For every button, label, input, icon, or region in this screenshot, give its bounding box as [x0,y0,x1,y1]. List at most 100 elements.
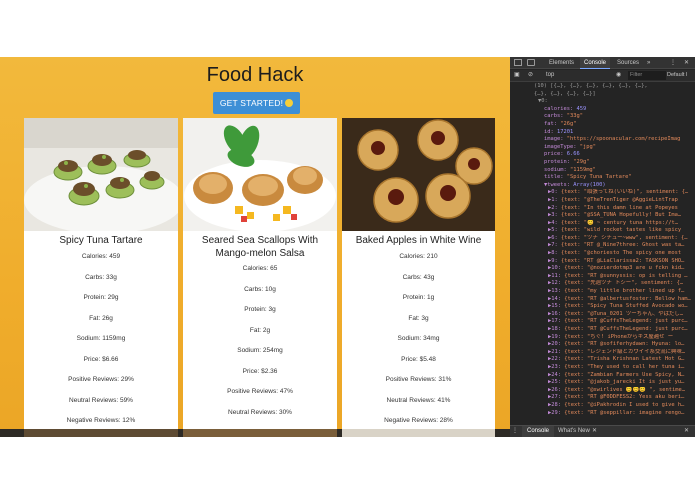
fat-value: Fat: 3g [408,314,429,322]
console-line[interactable]: sodium: "1159mg" [534,167,695,175]
recipe-card[interactable]: Seared Sea Scallops With Mango-melon Sal… [183,118,337,437]
console-line[interactable]: ▶9: {text: "RT @LiaClarissa2: TASKSON SH… [534,258,695,266]
close-icon[interactable]: ✕ [684,57,689,69]
price-value: Price: $6.66 [83,355,119,363]
console-line[interactable]: ▶26: {text: "@swirlives 😊😊😊 ", sentime… [534,387,695,395]
console-line[interactable]: ▶5: {text: "wild rocket tastes like spic… [534,227,695,235]
console-line[interactable]: ▶7: {text: "RT @_Nine7three: Ghost was t… [534,242,695,250]
next-row-images [0,429,510,437]
console-line[interactable]: ▶18: {text: "RT @CuffsTheLegend: just pu… [534,326,695,334]
recipe-card[interactable]: Spicy Tuna Tartare Calories: 459 Carbs: … [24,118,178,437]
drawer-tab-console[interactable]: Console [522,426,555,437]
console-line[interactable]: ▶4: {text: "😊 ~ century tuna https://t… [534,220,695,228]
console-line[interactable]: ▼0: [534,98,695,106]
console-line[interactable]: ▶2: {text: "In this damn line at Popeyes [534,205,695,213]
console-output[interactable]: (10) [{…}, {…}, {…}, {…}, {…}, {…}, {…}, … [510,83,695,423]
log-level-select[interactable]: Default l [667,72,687,78]
console-line[interactable]: ▶12: {text: "先週ツナ トシー", sentiment: {… [534,280,695,288]
device-toolbar-icon[interactable] [527,59,535,66]
recipe-stats: Calories: 210 Carbs: 43g Protein: 1g Fat… [342,247,495,432]
positive-reviews-value: Positive Reviews: 31% [385,376,452,383]
console-line[interactable]: ▶10: {text: "@nozierdotmp3 are u fckn ki… [534,265,695,273]
console-line[interactable]: ▶28: {text: "@iPakhrodin I used to give … [534,402,695,410]
console-toolbar: ▣ ⊘ top ◉ Filter Default l [510,70,695,82]
console-line[interactable]: calories: 459 [534,106,695,114]
positive-reviews-value: Positive Reviews: 47% [227,388,293,395]
calories-value: Calories: 65 [242,265,278,272]
console-line[interactable]: id: 17201 [534,129,695,137]
carbs-value: Carbs: 33g [85,273,117,281]
console-line[interactable]: ▶27: {text: "RT @F0DDFESS2: Yess aku ber… [534,394,695,402]
console-line[interactable]: ▶20: {text: "RT @sofiferhydawn: Hyuna: l… [534,341,695,349]
console-line[interactable]: protein: "29g" [534,159,695,167]
get-started-label: GET STARTED! [219,98,284,108]
tab-elements[interactable]: Elements [546,57,577,69]
inspect-element-icon[interactable] [514,59,522,66]
filter-input[interactable]: Filter [628,71,666,80]
console-line[interactable]: ▶29: {text: "RT @seppillar: imagine reng… [534,410,695,418]
more-tabs-icon[interactable]: » [647,57,650,69]
console-line[interactable]: image: "https://spoonacular.com/recipeIm… [534,136,695,144]
price-value: Price: $5.48 [401,355,436,363]
recipe-title: Spicy Tuna Tartare [59,235,143,246]
console-line[interactable]: price: 6.66 [534,151,695,159]
recipe-title: Baked Apples in White Wine [355,235,482,246]
recipe-card[interactable]: Baked Apples in White Wine Calories: 210… [342,118,495,437]
console-line[interactable]: ▶19: {text: "ちぐ! iPhoneからキス屋越せ ー [534,334,695,342]
console-line[interactable]: ▶17: {text: "RT @CuffsTheLegend: just pu… [534,318,695,326]
context-selector[interactable]: top [546,72,554,78]
console-line[interactable]: (10) [{…}, {…}, {…}, {…}, {…}, {…}, [534,83,695,91]
tab-console[interactable]: Console [580,57,611,69]
recipe-stats: Calories: 65 Carbs: 10g Protein: 3g Fat:… [183,259,337,437]
console-line[interactable]: ▶22: {text: "Trisha Krishnan Latest Hot … [534,356,695,364]
clear-console-icon[interactable]: ⊘ [528,71,533,78]
console-line[interactable]: ▶23: {text: "They used to call her tuna … [534,364,695,372]
console-line[interactable]: fat: "26g" [534,121,695,129]
console-line[interactable]: title: "Spicy Tuna Tartare" [534,174,695,182]
console-line[interactable]: ▶11: {text: "RT @sunnyssis: op is tellin… [534,273,695,281]
grin-emoji-icon [285,99,294,107]
sodium-value: Sodium: 34mg [397,335,440,342]
console-line[interactable]: ▶8: {text: "@choriesto The spicy one mos… [534,250,695,258]
console-line[interactable]: ▶3: {text: "@SSA_TUNA Hopefully! But Ima… [534,212,695,220]
food-hack-page: Food Hack GET STARTED! Spicy Tuna Tartar… [0,57,510,437]
console-line[interactable]: ▶16: {text: "@Tuna_0201 ツーちゃん、やばだし… [534,311,695,319]
kebab-menu-icon[interactable]: ⋮ [670,57,676,69]
devtools-panel: Elements Console Sources » ⋮ ✕ ▣ ⊘ top ◉… [510,57,695,437]
protein-value: Protein: 3g [244,306,276,313]
recipe-image-baked-apples [342,118,495,231]
recipe-title: Seared Sea Scallops With Mango-melon Sal… [201,235,319,259]
console-line[interactable]: ▶25: {text: "@jakob_jarecki It is just y… [534,379,695,387]
console-line[interactable]: {…}, {…}, {…}, {…}] [534,91,695,99]
console-line[interactable]: ▶15: {text: "Spicy Tuna Stuffed Avocado … [534,303,695,311]
console-line[interactable]: imageType: "jpg" [534,144,695,152]
sodium-value: Sodium: 254mg [237,347,283,354]
neutral-reviews-value: Neutral Reviews: 59% [69,396,133,404]
fat-value: Fat: 26g [89,314,113,322]
drawer-menu-icon[interactable]: ⋮ [512,426,518,437]
drawer-tab-whats-new[interactable]: What's New [558,426,590,437]
console-line[interactable]: ▶21: {text: "レジェンド級とカワイイ系交流に興味… [534,349,695,357]
calories-value: Calories: 210 [399,253,438,260]
console-line[interactable]: ▶0: {text: "頑張ってね(いいね)", sentiment: {… [534,189,695,197]
recipe-image-scallops [183,118,337,231]
calories-value: Calories: 459 [81,253,121,260]
page-title: Food Hack [206,64,304,86]
neutral-reviews-value: Neutral Reviews: 41% [386,396,451,404]
console-line[interactable]: carbs: "33g" [534,113,695,121]
drawer-tab-bar: ⋮ Console What's New ✕ ✕ [510,425,695,437]
drawer-close-icon[interactable]: ✕ [592,426,597,437]
console-line[interactable]: ▶13: {text: "my little brother lined up … [534,288,695,296]
console-line[interactable]: ▶1: {text: "@TheTrenTiger @AggieLintTrap [534,197,695,205]
sidebar-toggle-icon[interactable]: ▣ [514,71,520,78]
sodium-value: Sodium: 1159mg [76,335,126,342]
console-line[interactable]: ▶6: {text: "ツナ シチュー~www", sentiment: {… [534,235,695,243]
drawer-collapse-icon[interactable]: ✕ [684,426,689,437]
console-line[interactable]: ▼tweets: Array(100) [534,182,695,190]
tab-sources[interactable]: Sources [614,57,642,69]
console-line[interactable]: ▶14: {text: "RT @albertusfoster: Bellow … [534,296,695,304]
console-line[interactable]: ▶24: {text: "Zambian Farmers Use Spicy, … [534,372,695,380]
recipe-stats: Calories: 459 Carbs: 33g Protein: 29g Fa… [24,247,178,432]
eye-icon[interactable]: ◉ [616,71,621,78]
get-started-button[interactable]: GET STARTED! [213,92,300,114]
